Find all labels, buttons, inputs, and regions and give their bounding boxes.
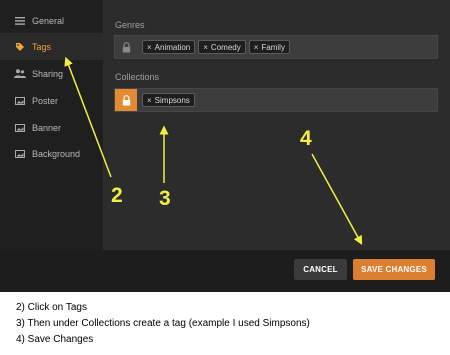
sidebar-item-label: General <box>32 15 65 26</box>
instruction-line: 4) Save Changes <box>16 334 94 345</box>
list-icon <box>13 14 27 28</box>
cancel-button[interactable]: CANCEL <box>294 259 347 280</box>
lock-icon <box>122 41 130 52</box>
annotation-number: 4 <box>300 127 312 150</box>
save-changes-button[interactable]: SAVE CHANGES <box>353 259 435 280</box>
genres-lock-toggle[interactable] <box>115 36 137 58</box>
sidebar-item-sharing[interactable]: Sharing <box>0 60 103 87</box>
sidebar-item-general[interactable]: General <box>0 7 103 34</box>
annotation-number: 3 <box>159 187 171 210</box>
instruction-line: 2) Click on Tags <box>16 302 87 313</box>
screenshot-canvas: General Tags Sharing Poster Banner Backg… <box>0 0 450 355</box>
dialog-footer: CANCEL SAVE CHANGES <box>0 250 450 292</box>
sidebar-item-poster[interactable]: Poster <box>0 87 103 114</box>
genre-tag[interactable]: × Animation <box>142 40 196 54</box>
tag-label: Animation <box>154 42 191 52</box>
remove-tag-icon[interactable]: × <box>147 43 152 52</box>
collection-tag[interactable]: × Simpsons <box>142 93 195 107</box>
tag-label: Simpsons <box>154 95 190 105</box>
genre-tag[interactable]: × Comedy <box>198 40 246 54</box>
sidebar-item-label: Sharing <box>32 68 64 79</box>
image-icon <box>13 147 27 161</box>
sidebar: General Tags Sharing Poster Banner Backg… <box>0 0 103 250</box>
edit-dialog: General Tags Sharing Poster Banner Backg… <box>0 0 450 292</box>
collections-tags: × Simpsons <box>142 93 195 107</box>
collections-field[interactable]: × Simpsons <box>114 88 438 112</box>
lock-icon <box>122 94 130 105</box>
remove-tag-icon[interactable]: × <box>203 43 208 52</box>
sidebar-item-tags[interactable]: Tags <box>0 33 103 60</box>
remove-tag-icon[interactable]: × <box>147 96 152 105</box>
sidebar-item-label: Banner <box>32 122 62 133</box>
sidebar-item-banner[interactable]: Banner <box>0 114 103 141</box>
collections-lock-toggle[interactable] <box>115 89 137 111</box>
instruction-text: 2) Click on Tags 3) Then under Collectio… <box>16 300 436 348</box>
genre-tag[interactable]: × Family <box>248 40 290 54</box>
tag-label: Comedy <box>210 42 241 52</box>
tags-panel: Genres × Animation × Comedy × Family Col… <box>103 0 450 250</box>
genres-tags: × Animation × Comedy × Family <box>142 40 290 54</box>
genres-label: Genres <box>115 20 145 30</box>
instruction-line: 3) Then under Collections create a tag (… <box>16 318 310 329</box>
image-icon <box>13 121 27 135</box>
sidebar-item-label: Background <box>32 148 81 159</box>
users-icon <box>13 67 27 81</box>
genres-field[interactable]: × Animation × Comedy × Family <box>114 35 438 59</box>
image-icon <box>13 94 27 108</box>
collections-label: Collections <box>115 72 160 82</box>
sidebar-item-label: Tags <box>32 41 52 52</box>
remove-tag-icon[interactable]: × <box>254 43 259 52</box>
sidebar-item-label: Poster <box>32 95 59 106</box>
tag-icon <box>13 40 27 54</box>
sidebar-item-background[interactable]: Background <box>0 140 103 167</box>
tag-label: Family <box>261 42 285 52</box>
annotation-number: 2 <box>111 184 123 207</box>
